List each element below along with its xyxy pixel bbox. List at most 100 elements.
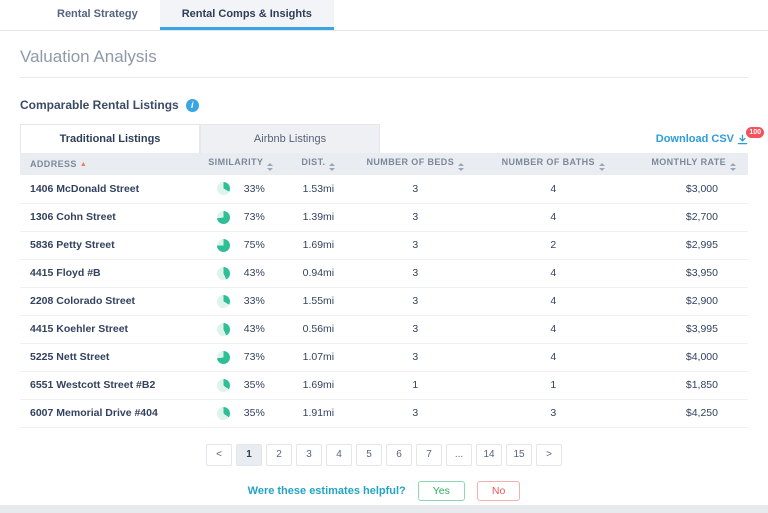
pagination-page-1[interactable]: 1 bbox=[236, 444, 262, 466]
comparable-listings-table: ADDRESS▲ SIMILARITY DIST. NUMBER OF BEDS… bbox=[20, 153, 748, 428]
similarity-value: 73% bbox=[244, 211, 265, 223]
beds-value: 1 bbox=[348, 371, 483, 399]
download-badge: 100 bbox=[746, 127, 764, 138]
table-body: 1406 McDonald Street 33% 1.53mi 3 4 $3,0… bbox=[20, 175, 748, 427]
download-csv-label: Download CSV bbox=[656, 133, 734, 145]
listing-address: 6007 Memorial Drive #404 bbox=[20, 399, 193, 427]
baths-value: 4 bbox=[483, 259, 624, 287]
sort-icon bbox=[267, 163, 273, 171]
feedback-yes-button[interactable]: Yes bbox=[418, 481, 465, 501]
similarity-pie-icon bbox=[217, 211, 230, 224]
divider bbox=[20, 77, 748, 78]
section-title: Comparable Rental Listings bbox=[20, 98, 179, 112]
similarity-pie-icon bbox=[217, 379, 230, 392]
pagination-prev-button[interactable]: < bbox=[206, 444, 232, 466]
monthly-rate-value: $1,850 bbox=[624, 371, 748, 399]
column-header-similarity[interactable]: SIMILARITY bbox=[193, 153, 289, 175]
table-row[interactable]: 1406 McDonald Street 33% 1.53mi 3 4 $3,0… bbox=[20, 175, 748, 203]
table-row[interactable]: 5225 Nett Street 73% 1.07mi 3 4 $4,000 bbox=[20, 343, 748, 371]
listing-address: 5225 Nett Street bbox=[20, 343, 193, 371]
pagination-page-5[interactable]: 5 bbox=[356, 444, 382, 466]
similarity-pie-icon bbox=[217, 182, 230, 195]
beds-value: 3 bbox=[348, 287, 483, 315]
table-row[interactable]: 4415 Floyd #B 43% 0.94mi 3 4 $3,950 bbox=[20, 259, 748, 287]
similarity-value: 43% bbox=[244, 323, 265, 335]
tab-rental-strategy[interactable]: Rental Strategy bbox=[35, 0, 160, 30]
similarity-value: 35% bbox=[244, 379, 265, 391]
similarity-value: 35% bbox=[244, 407, 265, 419]
distance-value: 1.55mi bbox=[289, 287, 348, 315]
download-csv-link[interactable]: Download CSV 100 bbox=[656, 133, 748, 145]
pagination-page-14[interactable]: 14 bbox=[476, 444, 502, 466]
tab-airbnb-listings[interactable]: Airbnb Listings bbox=[200, 124, 380, 153]
monthly-rate-value: $3,950 bbox=[624, 259, 748, 287]
table-row[interactable]: 6551 Westcott Street #B2 35% 1.69mi 1 1 … bbox=[20, 371, 748, 399]
beds-value: 3 bbox=[348, 315, 483, 343]
table-row[interactable]: 6007 Memorial Drive #404 35% 1.91mi 3 3 … bbox=[20, 399, 748, 427]
pagination-page-4[interactable]: 4 bbox=[326, 444, 352, 466]
listing-address: 4415 Floyd #B bbox=[20, 259, 193, 287]
listing-address: 1306 Cohn Street bbox=[20, 203, 193, 231]
column-label: NUMBER OF BATHS bbox=[502, 157, 595, 167]
sort-icon bbox=[730, 163, 736, 171]
column-header-monthly-rate[interactable]: MONTHLY RATE bbox=[624, 153, 748, 175]
column-header-dist[interactable]: DIST. bbox=[289, 153, 348, 175]
distance-value: 1.69mi bbox=[289, 371, 348, 399]
sort-asc-icon: ▲ bbox=[80, 161, 87, 168]
similarity-pie-icon bbox=[217, 351, 230, 364]
listing-address: 2208 Colorado Street bbox=[20, 287, 193, 315]
tab-rental-comps-insights[interactable]: Rental Comps & Insights bbox=[160, 0, 334, 30]
column-label: DIST. bbox=[301, 157, 325, 167]
table-row[interactable]: 4415 Koehler Street 43% 0.56mi 3 4 $3,99… bbox=[20, 315, 748, 343]
distance-value: 1.07mi bbox=[289, 343, 348, 371]
similarity-value: 33% bbox=[244, 295, 265, 307]
pagination-page-2[interactable]: 2 bbox=[266, 444, 292, 466]
distance-value: 1.39mi bbox=[289, 203, 348, 231]
beds-value: 3 bbox=[348, 231, 483, 259]
baths-value: 4 bbox=[483, 315, 624, 343]
app-window: Rental Strategy Rental Comps & Insights … bbox=[0, 0, 768, 505]
listing-address: 4415 Koehler Street bbox=[20, 315, 193, 343]
column-label: ADDRESS bbox=[30, 159, 77, 169]
baths-value: 4 bbox=[483, 203, 624, 231]
listing-address: 5836 Petty Street bbox=[20, 231, 193, 259]
similarity-pie-icon bbox=[217, 407, 230, 420]
column-header-baths[interactable]: NUMBER OF BATHS bbox=[483, 153, 624, 175]
distance-value: 1.91mi bbox=[289, 399, 348, 427]
baths-value: 1 bbox=[483, 371, 624, 399]
table-row[interactable]: 1306 Cohn Street 73% 1.39mi 3 4 $2,700 bbox=[20, 203, 748, 231]
beds-value: 3 bbox=[348, 343, 483, 371]
table-row[interactable]: 5836 Petty Street 75% 1.69mi 3 2 $2,995 bbox=[20, 231, 748, 259]
pagination-page-15[interactable]: 15 bbox=[506, 444, 532, 466]
similarity-cell: 33% bbox=[201, 182, 281, 195]
info-icon[interactable]: i bbox=[186, 99, 199, 112]
column-header-beds[interactable]: NUMBER OF BEDS bbox=[348, 153, 483, 175]
baths-value: 4 bbox=[483, 175, 624, 203]
baths-value: 4 bbox=[483, 343, 624, 371]
table-row[interactable]: 2208 Colorado Street 33% 1.55mi 3 4 $2,9… bbox=[20, 287, 748, 315]
pagination-page-6[interactable]: 6 bbox=[386, 444, 412, 466]
similarity-cell: 35% bbox=[201, 379, 281, 392]
monthly-rate-value: $4,000 bbox=[624, 343, 748, 371]
tab-traditional-listings[interactable]: Traditional Listings bbox=[20, 124, 200, 153]
sort-icon bbox=[458, 163, 464, 171]
pagination-page-3[interactable]: 3 bbox=[296, 444, 322, 466]
column-header-address[interactable]: ADDRESS▲ bbox=[20, 153, 193, 175]
column-label: NUMBER OF BEDS bbox=[367, 157, 455, 167]
monthly-rate-value: $3,000 bbox=[624, 175, 748, 203]
baths-value: 2 bbox=[483, 231, 624, 259]
column-label: SIMILARITY bbox=[208, 157, 263, 167]
similarity-cell: 73% bbox=[201, 211, 281, 224]
similarity-cell: 75% bbox=[201, 239, 281, 252]
listing-type-tabs: Traditional Listings Airbnb Listings bbox=[20, 124, 380, 153]
section-header: Comparable Rental Listings i bbox=[20, 98, 748, 112]
beds-value: 3 bbox=[348, 203, 483, 231]
listing-address: 6551 Westcott Street #B2 bbox=[20, 371, 193, 399]
feedback-question: Were these estimates helpful? bbox=[248, 485, 406, 497]
pagination-page-7[interactable]: 7 bbox=[416, 444, 442, 466]
distance-value: 1.53mi bbox=[289, 175, 348, 203]
similarity-cell: 43% bbox=[201, 267, 281, 280]
similarity-pie-icon bbox=[217, 239, 230, 252]
pagination-next-button[interactable]: > bbox=[536, 444, 562, 466]
feedback-no-button[interactable]: No bbox=[477, 481, 520, 501]
